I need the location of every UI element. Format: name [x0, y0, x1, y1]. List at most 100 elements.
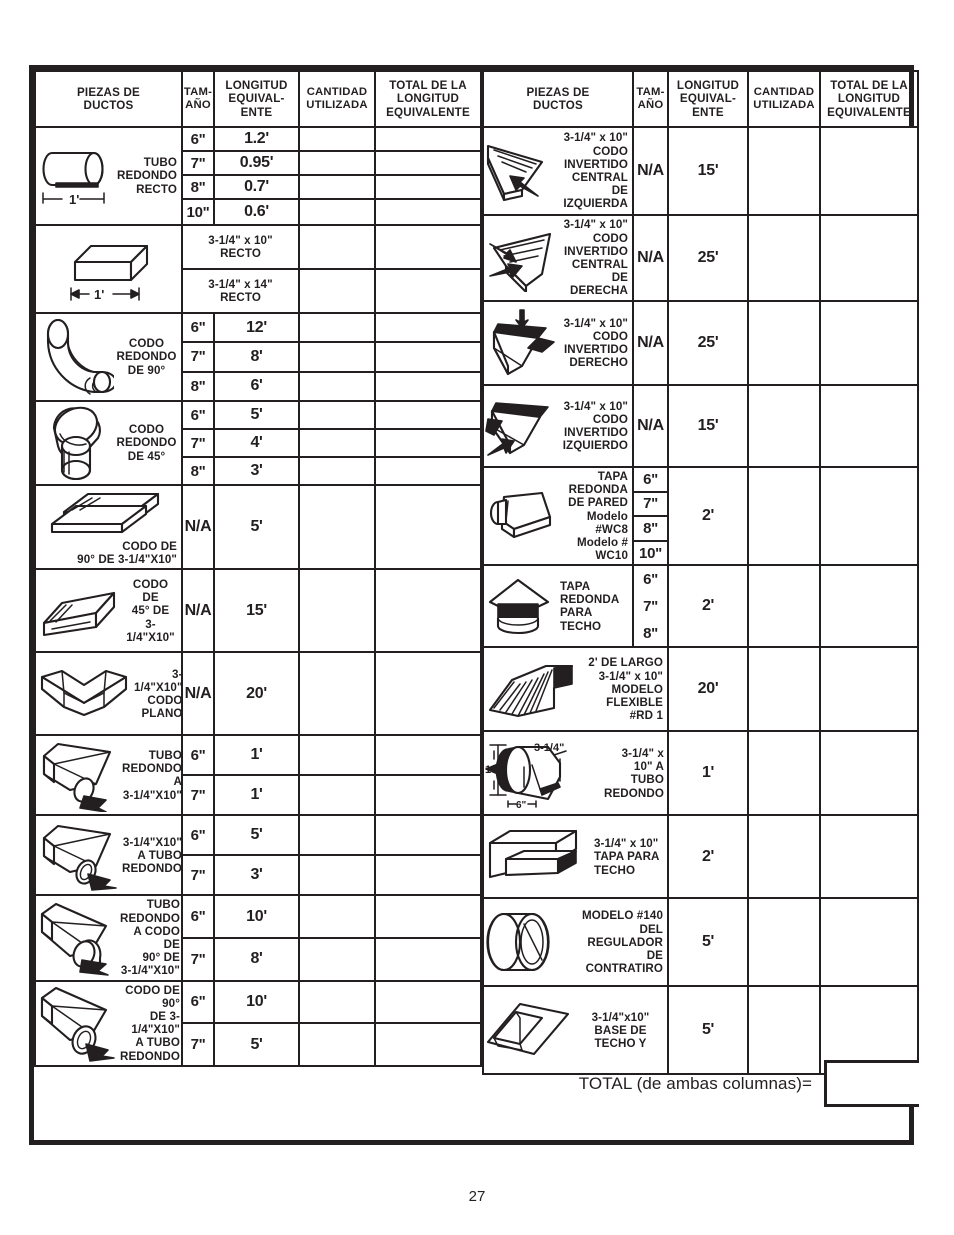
- rect-elbow-90-flat-icon: [36, 486, 181, 538]
- total-length-input[interactable]: [374, 428, 482, 458]
- total-length-input[interactable]: [819, 384, 919, 468]
- total-length-input[interactable]: [374, 937, 482, 982]
- quantity-used-input[interactable]: [298, 400, 376, 430]
- table-row: 3-1/4"X10" A TUBO REDONDO 6" 5': [34, 814, 482, 897]
- quantity-used-input[interactable]: [747, 126, 821, 216]
- quantity-used-input[interactable]: [298, 814, 376, 857]
- size-cell: 6": [181, 894, 215, 940]
- total-length-input[interactable]: [374, 311, 482, 344]
- total-length-input[interactable]: [374, 456, 482, 486]
- quantity-used-input[interactable]: [298, 224, 376, 270]
- quantity-used-input[interactable]: [747, 564, 821, 649]
- total-length-input[interactable]: [374, 268, 482, 314]
- label-tapa-redonda-de-pared: TAPA REDONDA DE PARED Modelo #WC8 Modelo…: [568, 470, 628, 563]
- table-row: CODO DE 45° DE 3-1/4"X10" N/A 15': [34, 568, 482, 654]
- total-length-input[interactable]: [819, 730, 919, 817]
- quantity-used-input[interactable]: [747, 814, 821, 900]
- round-pipe-straight-icon: 1': [36, 143, 114, 209]
- size-label-cell: 3-1/4" x 10" RECTO: [181, 224, 300, 270]
- label-codo-45-rect: CODO DE 45° DE 3-1/4"X10": [126, 577, 175, 644]
- header-total-line3: EQUIVALENTE: [386, 105, 470, 119]
- quantity-used-input[interactable]: [298, 174, 376, 200]
- total-length-input[interactable]: [374, 734, 482, 777]
- cell-part-codo-invertido-derecho: 3-1/4" x 10" CODO INVERTIDO DERECHO: [482, 300, 634, 386]
- quantity-used-input[interactable]: [298, 150, 376, 176]
- quantity-used-input[interactable]: [747, 384, 821, 468]
- header-equiv-line2: EQUIVAL-: [228, 92, 285, 106]
- total-length-input[interactable]: [819, 646, 919, 733]
- header-parts-line2: DUCTOS: [83, 99, 134, 112]
- total-length-input[interactable]: [374, 854, 482, 897]
- header-quantity-used: CANTIDAD UTILIZADA: [298, 70, 376, 128]
- label-regulador-de-contratiro: MODELO #140 DEL REGULADOR DE CONTRATIRO: [582, 909, 663, 976]
- total-length-input[interactable]: [374, 126, 482, 152]
- grand-total-input[interactable]: [824, 1060, 919, 1107]
- page-number: 27: [468, 1188, 486, 1205]
- table-row: CODO REDONDO DE 90° 6" 12': [34, 311, 482, 402]
- quantity-used-input[interactable]: [298, 341, 376, 373]
- label-rect-a-tubo-redondo-derecha: 3-1/4" x 10" A TUBO REDONDO: [604, 747, 664, 800]
- quantity-used-input[interactable]: [298, 734, 376, 777]
- total-length-input[interactable]: [819, 814, 919, 900]
- total-length-input[interactable]: [374, 224, 482, 270]
- quantity-used-input[interactable]: [747, 897, 821, 988]
- equivalent-length-cell: 1.2': [213, 126, 300, 152]
- quantity-used-input[interactable]: [298, 568, 376, 654]
- label-codo-redondo-90: CODO REDONDO DE 90°: [116, 337, 177, 377]
- cell-part-codo-redondo-45: CODO REDONDO DE 45°: [34, 400, 183, 486]
- quantity-used-input[interactable]: [298, 428, 376, 458]
- quantity-used-input[interactable]: [298, 370, 376, 403]
- roof-cap-icon: [484, 576, 554, 636]
- rect-elbow-45-icon: [36, 581, 122, 641]
- quantity-used-input[interactable]: [298, 979, 376, 1025]
- total-length-input[interactable]: [374, 198, 482, 226]
- total-length-input[interactable]: [819, 300, 919, 386]
- quantity-used-input[interactable]: [747, 214, 821, 302]
- quantity-used-input[interactable]: [298, 483, 376, 571]
- total-length-input[interactable]: [819, 214, 919, 302]
- quantity-used-input[interactable]: [298, 894, 376, 940]
- label-codo-invertido-central-izquierda: 3-1/4" x 10" CODO INVERTIDO CENTRAL DE I…: [563, 131, 628, 211]
- quantity-used-input[interactable]: [298, 268, 376, 314]
- table-row: 3-1/4" x 10" CODO INVERTIDO CENTRAL DE D…: [482, 214, 919, 302]
- quantity-used-input[interactable]: [298, 456, 376, 486]
- size-cell: 6": [181, 734, 215, 777]
- quantity-used-input[interactable]: [298, 651, 376, 737]
- equivalent-length-cell: 2': [667, 465, 749, 567]
- header-size: TAM- AÑO: [632, 70, 669, 128]
- size-cell: 6": [181, 126, 215, 152]
- quantity-used-input[interactable]: [298, 854, 376, 897]
- total-length-input[interactable]: [374, 341, 482, 373]
- total-length-input[interactable]: [819, 564, 919, 649]
- size-cell: N/A: [632, 384, 669, 468]
- quantity-used-input[interactable]: [298, 937, 376, 982]
- total-length-input[interactable]: [374, 150, 482, 176]
- total-length-input[interactable]: [374, 483, 482, 571]
- quantity-used-input[interactable]: [747, 300, 821, 386]
- total-length-input[interactable]: [374, 814, 482, 857]
- total-length-input[interactable]: [374, 568, 482, 654]
- total-length-input[interactable]: [374, 370, 482, 403]
- total-length-input[interactable]: [819, 465, 919, 567]
- equivalent-length-cell: 3': [213, 854, 300, 897]
- quantity-used-input[interactable]: [747, 730, 821, 817]
- quantity-used-input[interactable]: [298, 126, 376, 152]
- quantity-used-input[interactable]: [747, 646, 821, 733]
- total-length-input[interactable]: [819, 897, 919, 988]
- total-length-input[interactable]: [374, 894, 482, 940]
- total-length-input[interactable]: [819, 126, 919, 216]
- total-length-input[interactable]: [374, 174, 482, 200]
- total-length-input[interactable]: [374, 400, 482, 430]
- quantity-used-input[interactable]: [747, 465, 821, 567]
- size-cell: 8": [634, 517, 667, 542]
- quantity-used-input[interactable]: [298, 774, 376, 817]
- equivalent-length-cell: 20': [213, 651, 300, 737]
- quantity-used-input[interactable]: [298, 311, 376, 344]
- equivalent-length-cell: 25': [667, 300, 749, 386]
- total-length-input[interactable]: [374, 774, 482, 817]
- equivalent-length-cell: 2': [667, 564, 749, 649]
- size-cell: 7": [181, 774, 215, 817]
- quantity-used-input[interactable]: [298, 198, 376, 226]
- total-length-input[interactable]: [374, 651, 482, 737]
- total-length-input[interactable]: [374, 979, 482, 1025]
